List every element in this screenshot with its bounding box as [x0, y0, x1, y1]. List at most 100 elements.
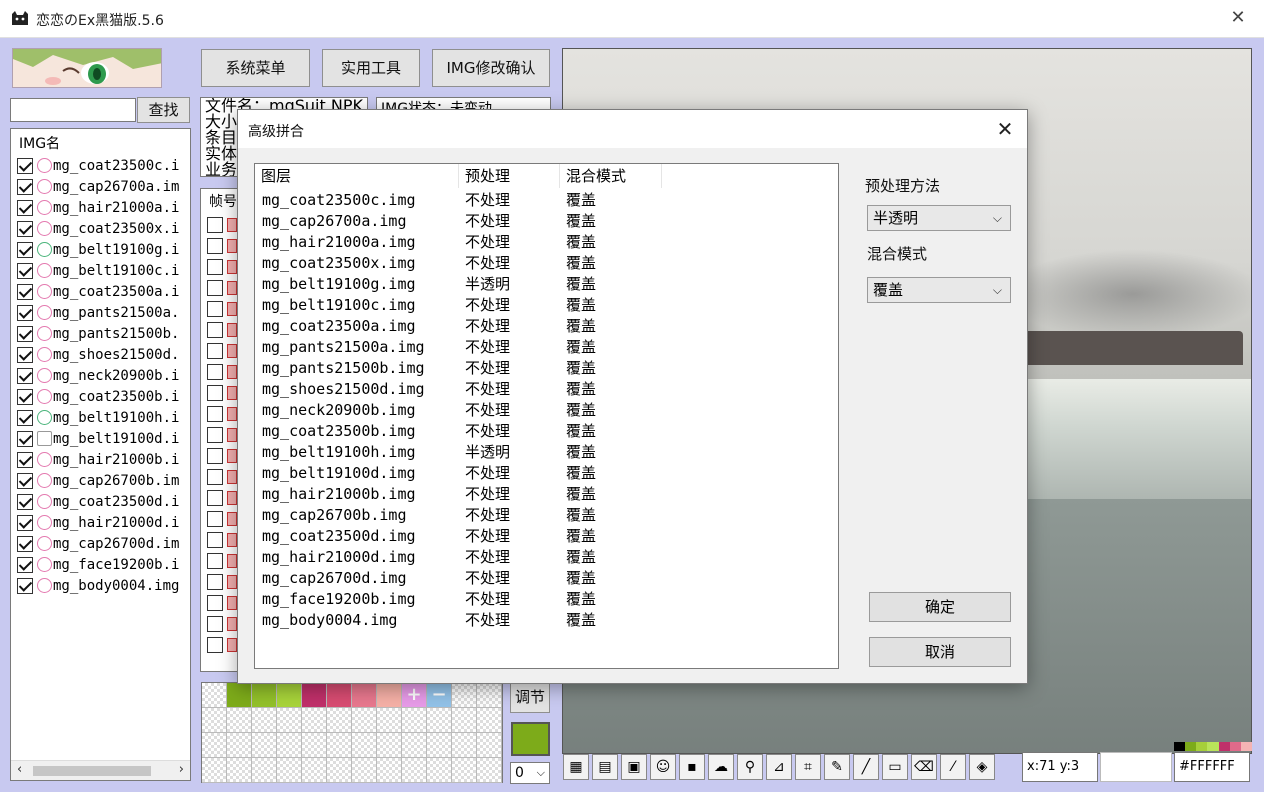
img-list-item[interactable]: mg_belt19100h.i	[17, 407, 179, 428]
palette-cell[interactable]	[427, 733, 452, 758]
frame-list-item[interactable]	[207, 383, 237, 404]
palette-cell[interactable]	[377, 758, 402, 783]
img-list-item[interactable]: mg_pants21500b.	[17, 323, 179, 344]
palette-cell[interactable]	[202, 683, 227, 708]
palette-cell[interactable]	[402, 758, 427, 783]
img-list-item[interactable]: mg_coat23500x.i	[17, 218, 179, 239]
frame-list-item[interactable]	[207, 446, 237, 467]
adjust-button[interactable]: 调节	[510, 681, 550, 713]
palette-cell[interactable]	[352, 708, 377, 733]
camera-icon[interactable]: ▪	[679, 754, 705, 780]
palette-cell[interactable]	[252, 733, 277, 758]
layer-row[interactable]: mg_cap26700d.img 不处理 覆盖	[255, 568, 838, 589]
current-color-swatch[interactable]	[511, 722, 550, 756]
frame-checkbox[interactable]	[207, 301, 223, 317]
eraser-icon[interactable]: ⌫	[911, 754, 937, 780]
img-list-item[interactable]: mg_coat23500d.i	[17, 491, 179, 512]
palette-cell[interactable]	[327, 708, 352, 733]
img-checkbox[interactable]	[17, 556, 33, 573]
scroll-left-icon[interactable]: ‹	[17, 762, 22, 777]
img-checkbox[interactable]	[17, 199, 33, 216]
eyedropper-icon[interactable]: ⁄	[940, 754, 966, 780]
palette-cell[interactable]	[227, 733, 252, 758]
layer-row[interactable]: mg_coat23500x.img 不处理 覆盖	[255, 253, 838, 274]
palette-cell[interactable]	[427, 758, 452, 783]
frame-list-item[interactable]	[207, 236, 237, 257]
img-checkbox[interactable]	[17, 451, 33, 468]
palette-cell[interactable]	[327, 683, 352, 708]
palette-cell[interactable]	[302, 733, 327, 758]
frame-checkbox[interactable]	[207, 553, 223, 569]
crop-icon[interactable]: ⌗	[795, 754, 821, 780]
palette-cell[interactable]	[427, 708, 452, 733]
search-input[interactable]	[10, 98, 136, 122]
frame-checkbox[interactable]	[207, 574, 223, 590]
frame-checkbox[interactable]	[207, 511, 223, 527]
scroll-right-icon[interactable]: ›	[179, 762, 184, 777]
img-checkbox[interactable]	[17, 220, 33, 237]
img-checkbox[interactable]	[17, 409, 33, 426]
frame-list-item[interactable]	[207, 467, 237, 488]
img-list-item[interactable]: mg_coat23500c.i	[17, 155, 179, 176]
frame-checkbox[interactable]	[207, 364, 223, 380]
palette-cell[interactable]	[202, 708, 227, 733]
palette-cell[interactable]	[277, 733, 302, 758]
img-checkbox[interactable]	[17, 304, 33, 321]
frame-checkbox[interactable]	[207, 406, 223, 422]
measure-icon[interactable]: ⊿	[766, 754, 792, 780]
palette-cell[interactable]	[202, 758, 227, 783]
img-checkbox[interactable]	[17, 325, 33, 342]
frame-checkbox[interactable]	[207, 637, 223, 653]
layer-row[interactable]: mg_body0004.img 不处理 覆盖	[255, 610, 838, 631]
frame-index-select[interactable]: 0 ⌵	[510, 762, 550, 784]
search-button[interactable]: 查找	[137, 97, 190, 123]
img-list-item[interactable]: mg_belt19100c.i	[17, 260, 179, 281]
img-list-item[interactable]: mg_hair21000b.i	[17, 449, 179, 470]
palette-cell[interactable]	[452, 683, 477, 708]
img-list[interactable]: IMG名 mg_coat23500c.i mg_cap26700a.im mg_ha…	[10, 128, 191, 781]
frame-list-item[interactable]	[207, 425, 237, 446]
palette-cell[interactable]	[227, 758, 252, 783]
palette-cell[interactable]	[452, 708, 477, 733]
frame-list-item[interactable]	[207, 509, 237, 530]
rectangle-icon[interactable]: ▭	[882, 754, 908, 780]
palette-cell[interactable]	[377, 708, 402, 733]
frame-checkbox[interactable]	[207, 343, 223, 359]
system-menu-button[interactable]: 系统菜单	[201, 49, 310, 87]
img-list-item[interactable]: mg_coat23500a.i	[17, 281, 179, 302]
pencil-icon[interactable]: ✎	[824, 754, 850, 780]
palette-cell[interactable]	[227, 708, 252, 733]
img-confirm-button[interactable]: IMG修改确认	[432, 49, 550, 87]
frame-checkbox[interactable]	[207, 427, 223, 443]
magnifier-icon[interactable]: ⚲	[737, 754, 763, 780]
dialog-close-icon[interactable]: ✕	[993, 117, 1017, 141]
frame-list-item[interactable]	[207, 488, 237, 509]
img-list-item[interactable]: mg_pants21500a.	[17, 302, 179, 323]
layer-row[interactable]: mg_coat23500b.img 不处理 覆盖	[255, 421, 838, 442]
layer-row[interactable]: mg_belt19100h.img 半透明 覆盖	[255, 442, 838, 463]
frame-list-item[interactable]	[207, 572, 237, 593]
frame-checkbox[interactable]	[207, 616, 223, 632]
mini-color-swatches[interactable]	[1174, 742, 1252, 751]
frame-checkbox[interactable]	[207, 280, 223, 296]
frame-checkbox[interactable]	[207, 469, 223, 485]
palette-cell[interactable]	[327, 758, 352, 783]
frame-list-item[interactable]	[207, 593, 237, 614]
layer-row[interactable]: mg_shoes21500d.img 不处理 覆盖	[255, 379, 838, 400]
img-list-item[interactable]: mg_hair21000a.i	[17, 197, 179, 218]
ok-button[interactable]: 确定	[869, 592, 1011, 622]
palette-cell[interactable]	[352, 683, 377, 708]
palette-cell[interactable]	[402, 733, 427, 758]
column-header-blend[interactable]: 混合模式	[560, 164, 662, 188]
frame-checkbox[interactable]	[207, 238, 223, 254]
img-checkbox[interactable]	[17, 514, 33, 531]
layer-row[interactable]: mg_neck20900b.img 不处理 覆盖	[255, 400, 838, 421]
cloud-icon[interactable]: ☁	[708, 754, 734, 780]
img-list-item[interactable]: mg_belt19100d.i	[17, 428, 179, 449]
palette-cell[interactable]	[302, 758, 327, 783]
image-export-icon[interactable]: ▦	[563, 754, 589, 780]
layer-row[interactable]: mg_belt19100g.img 半透明 覆盖	[255, 274, 838, 295]
palette-cell[interactable]	[477, 683, 502, 708]
layer-row[interactable]: mg_face19200b.img 不处理 覆盖	[255, 589, 838, 610]
color-palette[interactable]: + −	[201, 682, 503, 783]
